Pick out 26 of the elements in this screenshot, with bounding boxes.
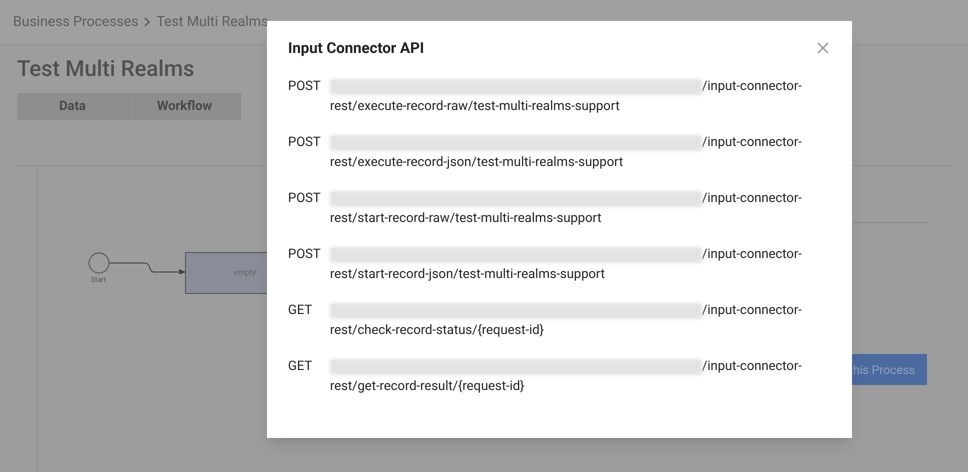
endpoint-url: rest/start-record-json/test-multi-realms-support <box>330 266 606 284</box>
endpoint-url: rest/execute-record-json/test-multi-realms-support <box>330 154 624 172</box>
endpoint-url: /input-connector- <box>702 358 802 376</box>
endpoint-url: /input-connector- <box>702 134 802 152</box>
page-title: Test Multi Realms <box>17 56 196 84</box>
endpoint-url: rest/start-record-raw/test-multi-realms-support <box>330 210 602 228</box>
chevron-right-icon <box>142 16 152 28</box>
dialog-title: Input Connector API <box>288 38 424 59</box>
tab[interactable]: Workflow <box>129 93 241 120</box>
breadcrumb-link[interactable]: Business Processes <box>13 12 138 32</box>
tab[interactable]: Data <box>17 93 129 120</box>
process-button[interactable]: his Process <box>852 354 927 385</box>
endpoint-url: rest/get-record-result/{request-id} <box>330 378 526 396</box>
endpoint-url: rest/check-record-status/{request-id} <box>330 322 545 340</box>
endpoint-url: /input-connector- <box>702 246 802 264</box>
http-method: GET <box>288 358 314 376</box>
endpoint-url: rest/execute-record-raw/test-multi-realms-support <box>330 98 621 116</box>
close-icon[interactable] <box>817 42 829 54</box>
endpoint-url: /input-connector- <box>702 302 802 320</box>
breadcrumb-current: Test Multi Realms <box>156 12 268 32</box>
http-method: GET <box>288 302 314 320</box>
endpoint-url: /input-connector- <box>702 190 802 208</box>
http-method: POST <box>288 78 322 96</box>
endpoint-url: /input-connector- <box>702 78 802 96</box>
http-method: POST <box>288 190 322 208</box>
http-method: POST <box>288 134 322 152</box>
